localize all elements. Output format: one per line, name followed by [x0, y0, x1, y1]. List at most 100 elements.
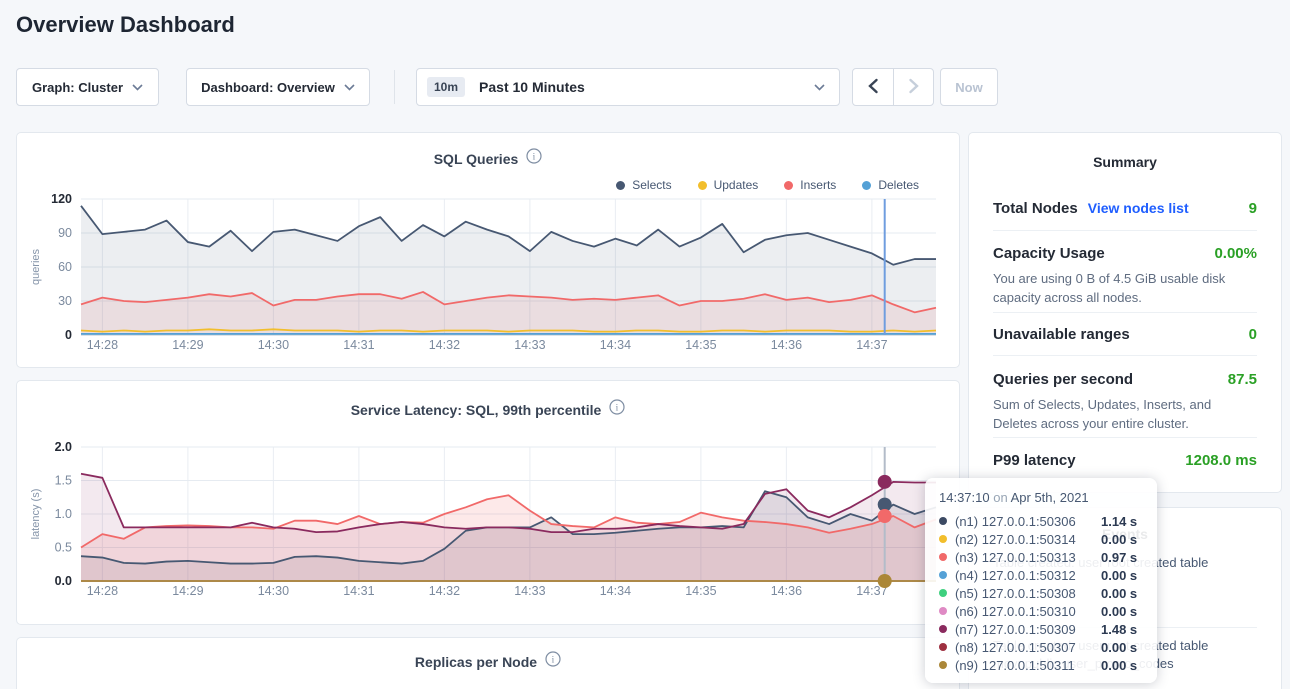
tooltip-node-row: (n6) 127.0.0.1:503100.00 s — [939, 602, 1143, 620]
x-axis-tick-label: 14:31 — [343, 584, 374, 598]
summary-divider — [993, 355, 1257, 356]
node-latency-value: 0.00 s — [1101, 532, 1137, 547]
node-color-dot — [939, 535, 947, 543]
node-address: (n4) 127.0.0.1:50312 — [955, 568, 1101, 583]
node-latency-value: 1.14 s — [1101, 514, 1137, 529]
y-axis-tick-label: 90 — [58, 226, 72, 240]
tooltip-node-row: (n7) 127.0.0.1:503091.48 s — [939, 620, 1143, 638]
hover-data-point — [878, 475, 892, 489]
graph-dropdown-label: Graph: Cluster — [32, 80, 123, 95]
x-axis-tick-label: 14:36 — [771, 338, 802, 352]
y-axis-tick-label: 60 — [58, 260, 72, 274]
node-address: (n3) 127.0.0.1:50313 — [955, 550, 1101, 565]
info-icon[interactable]: i — [545, 651, 561, 672]
node-color-dot — [939, 553, 947, 561]
summary-value: 87.5 — [1228, 371, 1257, 388]
summary-panel: Summary Total Nodes View nodes list 9 Capac… — [968, 132, 1282, 493]
x-axis-tick-label: 14:35 — [685, 338, 716, 352]
node-address: (n1) 127.0.0.1:50306 — [955, 514, 1101, 529]
y-axis-title: queries — [30, 248, 42, 285]
summary-label: Queries per second — [993, 371, 1133, 388]
x-axis-tick-label: 14:30 — [258, 338, 289, 352]
tooltip-node-row: (n8) 127.0.0.1:503070.00 s — [939, 638, 1143, 656]
view-nodes-list-link[interactable]: View nodes list — [1088, 200, 1189, 216]
node-address: (n5) 127.0.0.1:50308 — [955, 586, 1101, 601]
x-axis-tick-label: 14:28 — [87, 338, 118, 352]
y-axis-tick-label: 1.0 — [55, 507, 72, 521]
node-latency-value: 0.00 s — [1101, 586, 1137, 601]
dashboard-dropdown[interactable]: Dashboard: Overview — [186, 68, 370, 106]
time-back-button[interactable] — [853, 69, 893, 105]
summary-value: 1208.0 ms — [1185, 452, 1257, 469]
summary-row-p99-latency: P99 latency 1208.0 ms — [993, 452, 1257, 469]
summary-value: 9 — [1249, 200, 1257, 217]
summary-label: Total Nodes — [993, 200, 1078, 217]
chart-hover-tooltip: 14:37:10 on Apr 5th, 2021 (n1) 127.0.0.1… — [925, 478, 1157, 683]
summary-divider — [993, 437, 1257, 438]
node-latency-value: 1.48 s — [1101, 622, 1137, 637]
summary-value: 0.00% — [1214, 245, 1257, 262]
x-axis-tick-label: 14:31 — [343, 338, 374, 352]
summary-label: Capacity Usage — [993, 245, 1105, 262]
node-address: (n6) 127.0.0.1:50310 — [955, 604, 1101, 619]
node-address: (n2) 127.0.0.1:50314 — [955, 532, 1101, 547]
x-axis-tick-label: 14:32 — [429, 338, 460, 352]
x-axis-tick-label: 14:36 — [771, 584, 802, 598]
time-forward-button[interactable] — [893, 69, 933, 105]
node-color-dot — [939, 571, 947, 579]
summary-title: Summary — [969, 154, 1281, 170]
node-address: (n9) 127.0.0.1:50311 — [955, 658, 1101, 673]
x-axis-tick-label: 14:34 — [600, 338, 631, 352]
node-latency-value: 0.97 s — [1101, 550, 1137, 565]
latency-chart[interactable]: 14:2814:2914:3014:3114:3214:3314:3414:35… — [17, 381, 959, 624]
sql-queries-chart[interactable]: 14:28 14:29 14:30 14:31 14:32 14:33 14:34 14:35… — [17, 133, 959, 367]
node-color-dot — [939, 517, 947, 525]
tooltip-node-row: (n4) 127.0.0.1:503120.00 s — [939, 566, 1143, 584]
time-step-buttons — [852, 68, 934, 106]
x-axis-tick-label: 14:33 — [514, 338, 545, 352]
node-color-dot — [939, 607, 947, 615]
summary-row-queries-per-second: Queries per second 87.5 Sum of Selects, Up… — [993, 371, 1257, 433]
summary-row-unavailable-ranges: Unavailable ranges0 — [993, 326, 1257, 343]
chevron-right-icon — [908, 78, 920, 97]
y-axis-tick-label: 120 — [51, 192, 72, 206]
summary-row-total-nodes: Total Nodes View nodes list 9 — [993, 200, 1257, 217]
summary-description: Sum of Selects, Updates, Inserts, and De… — [993, 395, 1257, 433]
dashboard-dropdown-label: Dashboard: Overview — [201, 80, 335, 95]
time-range-dropdown[interactable]: 10m Past 10 Minutes — [416, 68, 840, 106]
page-title: Overview Dashboard — [16, 12, 235, 38]
x-axis-tick-label: 14:33 — [514, 584, 545, 598]
tooltip-node-row: (n5) 127.0.0.1:503080.00 s — [939, 584, 1143, 602]
node-address: (n8) 127.0.0.1:50307 — [955, 640, 1101, 655]
summary-divider — [993, 230, 1257, 231]
y-axis-tick-label: 2.0 — [55, 440, 72, 454]
summary-label: Unavailable ranges — [993, 326, 1130, 343]
x-axis-tick-label: 14:29 — [172, 338, 203, 352]
x-axis-tick-label: 14:32 — [429, 584, 460, 598]
node-color-dot — [939, 661, 947, 669]
tooltip-rows: (n1) 127.0.0.1:503061.14 s(n2) 127.0.0.1… — [939, 512, 1143, 674]
node-address: (n7) 127.0.0.1:50309 — [955, 622, 1101, 637]
x-axis-tick-label: 14:34 — [600, 584, 631, 598]
replicas-panel: Replicas per Node i — [16, 637, 960, 689]
now-button[interactable]: Now — [940, 68, 998, 106]
latency-panel: Service Latency: SQL, 99th percentile i … — [16, 380, 960, 625]
y-axis-tick-label: 0 — [65, 328, 72, 342]
node-latency-value: 0.00 s — [1101, 568, 1137, 583]
summary-divider — [993, 312, 1257, 313]
time-range-label: Past 10 Minutes — [479, 79, 585, 95]
summary-row-capacity-usage: Capacity Usage 0.00% You are using 0 B of … — [993, 245, 1257, 307]
node-color-dot — [939, 625, 947, 633]
time-range-badge: 10m — [427, 77, 465, 97]
tooltip-node-row: (n1) 127.0.0.1:503061.14 s — [939, 512, 1143, 530]
graph-dropdown[interactable]: Graph: Cluster — [16, 68, 159, 106]
tooltip-timestamp: 14:37:10 on Apr 5th, 2021 — [939, 490, 1143, 505]
x-axis-tick-label: 14:35 — [685, 584, 716, 598]
tooltip-node-row: (n9) 127.0.0.1:503110.00 s — [939, 656, 1143, 674]
toolbar-divider — [394, 70, 395, 104]
x-axis-tick-label: 14:29 — [172, 584, 203, 598]
summary-description: You are using 0 B of 4.5 GiB usable disk… — [993, 269, 1257, 307]
chevron-down-icon — [814, 84, 825, 91]
summary-label: P99 latency — [993, 452, 1076, 469]
replicas-title: Replicas per Node — [415, 654, 537, 670]
